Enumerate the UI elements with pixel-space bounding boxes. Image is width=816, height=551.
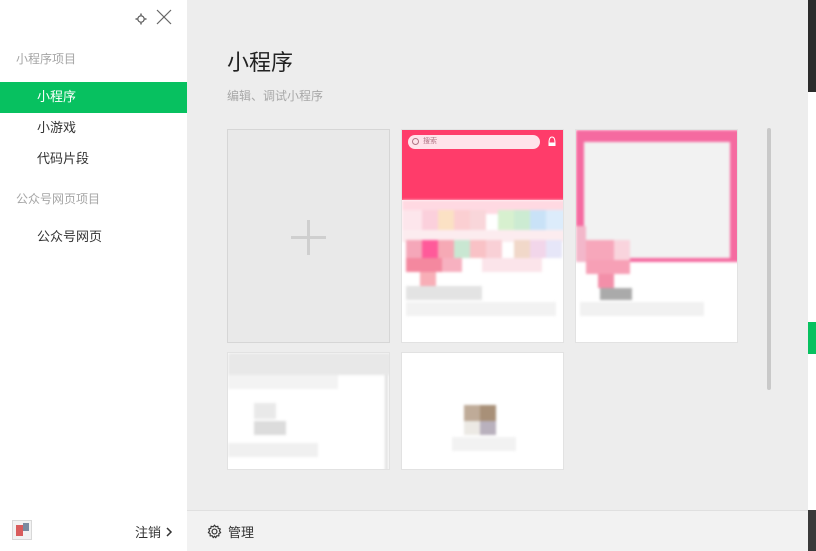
project-card[interactable] (575, 129, 738, 343)
close-icon[interactable] (155, 8, 173, 30)
logout-button[interactable]: 注销 (135, 522, 173, 541)
section-title-miniprogram: 小程序项目 (16, 52, 77, 66)
sidebar-item-miniprogram[interactable]: 小程序 (0, 82, 187, 113)
avatar[interactable] (12, 520, 32, 540)
gear-icon (207, 524, 222, 539)
manage-button[interactable]: 管理 (207, 522, 254, 541)
manage-label: 管理 (228, 526, 255, 541)
project-card[interactable]: 搜索 (401, 129, 564, 343)
window-controls (135, 8, 173, 30)
section-title-official-account: 公众号网页项目 (16, 192, 101, 206)
background-window-edge (808, 0, 816, 551)
plus-icon (291, 220, 326, 255)
sidebar: 小程序项目 小程序 小游戏 代码片段 公众号网页项目 公众号网页 注销 (0, 0, 187, 551)
card-thumbnail-mosaic (402, 353, 563, 469)
chevron-right-icon (166, 526, 173, 537)
card-thumbnail-mosaic (402, 130, 563, 342)
sidebar-item-code-snippet[interactable]: 代码片段 (0, 144, 187, 175)
scrollbar[interactable] (767, 128, 771, 390)
card-thumbnail-mosaic (576, 130, 737, 342)
project-card[interactable] (401, 352, 564, 470)
main-footer: 管理 (187, 510, 808, 551)
gear-icon[interactable] (135, 10, 147, 29)
page-subtitle: 编辑、调试小程序 (227, 89, 324, 103)
card-thumbnail-mosaic (228, 353, 389, 469)
logout-label: 注销 (134, 526, 161, 541)
sidebar-footer: 注销 (0, 510, 187, 551)
main-panel: 小程序 编辑、调试小程序 搜索 (187, 0, 808, 510)
sidebar-item-official-web[interactable]: 公众号网页 (0, 222, 187, 253)
page-title: 小程序 (227, 51, 294, 76)
new-project-card[interactable] (227, 129, 390, 343)
sidebar-item-minigame[interactable]: 小游戏 (0, 113, 187, 144)
project-card[interactable] (227, 352, 390, 470)
